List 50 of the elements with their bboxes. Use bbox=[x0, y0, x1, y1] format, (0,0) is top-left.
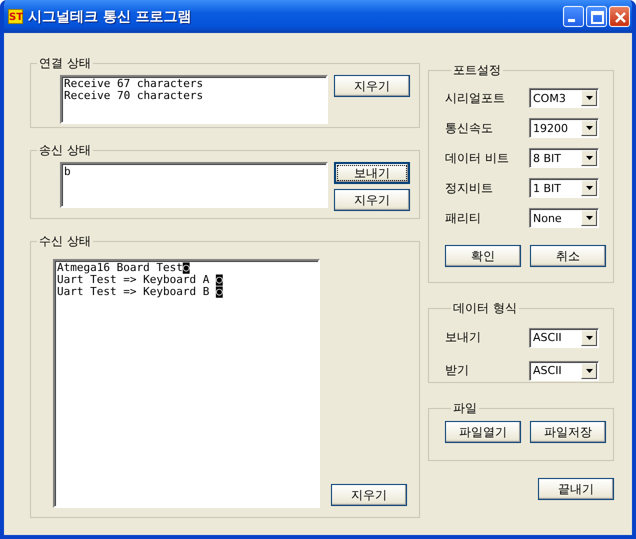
log-line: Receive 67 characters bbox=[64, 78, 204, 90]
clear-button[interactable]: 지우기 bbox=[331, 484, 407, 506]
exit-button[interactable]: 끝내기 bbox=[538, 478, 614, 500]
log-line: Atmega16 Board Test◙ bbox=[57, 262, 191, 274]
group-title: 포트설정 bbox=[452, 62, 502, 79]
receive-log[interactable]: Atmega16 Board Test◙ Uart Test => Keyboard A ◙ Uart Test => Keyboard B ◙ bbox=[53, 259, 320, 508]
field-label: 시리얼포트 bbox=[445, 90, 506, 106]
log-line: Receive 70 characters bbox=[64, 90, 204, 102]
dropdown-arrow-icon bbox=[586, 156, 592, 160]
dropdown[interactable]: ASCII bbox=[529, 328, 599, 348]
dropdown[interactable]: ASCII bbox=[529, 360, 599, 380]
group-title: 파일 bbox=[452, 400, 478, 417]
field-label: 통신속도 bbox=[445, 120, 494, 136]
app-icon: ST bbox=[8, 9, 23, 24]
dropdown[interactable]: COM3 bbox=[529, 88, 599, 108]
connection-log[interactable]: Receive 67 characters Receive 70 characters bbox=[60, 75, 328, 124]
log-line: Uart Test => Keyboard B ◙ bbox=[57, 286, 224, 298]
send-field[interactable]: b bbox=[60, 162, 328, 208]
close-button[interactable] bbox=[609, 6, 630, 27]
clear-button[interactable]: 지우기 bbox=[334, 75, 410, 97]
maximize-button[interactable] bbox=[586, 6, 607, 27]
dropdown-arrow-icon bbox=[586, 186, 592, 190]
field-label: 정지비트 bbox=[445, 180, 494, 196]
open-file-button[interactable]: 파일열기 bbox=[445, 421, 521, 443]
group-title: 연결 상태 bbox=[38, 55, 92, 72]
ok-button[interactable]: 확인 bbox=[445, 245, 521, 267]
send-button[interactable]: 보내기 bbox=[334, 162, 410, 184]
dropdown-arrow-icon bbox=[586, 126, 592, 130]
log-line: Uart Test => Keyboard A ◙ bbox=[57, 274, 224, 286]
dropdown-arrow-icon bbox=[586, 336, 592, 340]
dropdown[interactable]: 1 BIT bbox=[529, 178, 599, 198]
minimize-button[interactable] bbox=[563, 6, 584, 27]
dropdown[interactable]: 19200 bbox=[529, 118, 599, 138]
dropdown[interactable]: None bbox=[529, 208, 599, 228]
field-label: 보내기 bbox=[445, 329, 482, 346]
field-label: 받기 bbox=[445, 362, 470, 379]
save-file-button[interactable]: 파일저장 bbox=[530, 421, 606, 443]
dropdown-arrow-icon bbox=[586, 368, 592, 372]
minimize-icon bbox=[568, 19, 575, 22]
field-label: 패리티 bbox=[445, 210, 482, 226]
group-title: 데이터 형식 bbox=[452, 300, 518, 317]
group-title: 수신 상태 bbox=[38, 233, 92, 250]
window-title: 시그널테크 통신 프로그램 bbox=[28, 8, 193, 26]
dropdown-arrow-icon bbox=[586, 216, 592, 220]
dropdown-arrow-icon bbox=[586, 96, 592, 100]
cancel-button[interactable]: 취소 bbox=[530, 245, 606, 267]
field-label: 데이터 비트 bbox=[445, 150, 510, 166]
dropdown[interactable]: 8 BIT bbox=[529, 148, 599, 168]
clear-button[interactable]: 지우기 bbox=[334, 189, 410, 211]
group-title: 송신 상태 bbox=[38, 142, 92, 159]
